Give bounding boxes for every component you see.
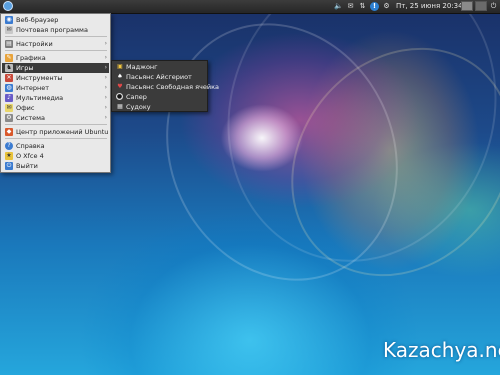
settings-icon: ▤ [5,40,13,48]
menu-item-logout[interactable]: ⏻ Выйти [2,161,109,171]
menu-separator [5,50,107,51]
chevron-right-icon: › [104,64,107,71]
top-panel: 🔈 ✉ ⇅ ! ⚙ Пт, 25 июня 20:34 ⏻ [0,0,500,14]
chevron-right-icon: › [104,74,107,81]
office-icon: ✉ [5,104,13,112]
logout-panel-icon[interactable]: ⏻ [489,2,498,11]
menu-item-internet[interactable]: ◍ Интернет › [2,83,109,93]
chevron-right-icon: › [104,40,107,47]
submenu-item-mines[interactable]: ● Сапер [113,92,207,102]
internet-icon: ◍ [5,84,13,92]
chevron-right-icon: › [104,84,107,91]
mail-icon: ✉ [5,26,13,34]
graphics-icon: ✎ [5,54,13,62]
multimedia-icon: ♪ [5,94,13,102]
menu-item-games[interactable]: ♞ Игры › [2,63,109,73]
menu-separator [5,36,107,37]
menu-item-multimedia[interactable]: ♪ Мультимедиа › [2,93,109,103]
menu-item-mail[interactable]: ✉ Почтовая программа [2,25,109,35]
menu-item-office[interactable]: ✉ Офис › [2,103,109,113]
menu-separator [5,124,107,125]
tools-icon: ✕ [5,74,13,82]
system-icon: ⚙ [5,114,13,122]
application-menu-button[interactable] [3,1,13,11]
menu-item-graphics[interactable]: ✎ Графика › [2,53,109,63]
submenu-item-freecell[interactable]: ♥ Пасьянс Свободная ячейка [113,82,219,92]
power-icon[interactable]: ⚙ [382,2,391,11]
chevron-right-icon: › [104,54,107,61]
menu-item-system[interactable]: ⚙ Система › [2,113,109,123]
submenu-item-sudoku[interactable]: ▦ Судоку [113,102,207,112]
cards-icon: ♠ [117,73,123,80]
workspace-switcher-2[interactable] [475,1,487,11]
mines-icon: ● [116,93,123,100]
workspace-switcher-1[interactable] [461,1,473,11]
menu-separator [5,138,107,139]
network-icon[interactable]: ⇅ [358,2,367,11]
chevron-right-icon: › [104,114,107,121]
logout-icon: ⏻ [5,162,13,170]
menu-item-software-center[interactable]: ◆ Центр приложений Ubuntu [2,127,109,137]
application-menu: ◉ Веб-браузер ✉ Почтовая программа ▤ Нас… [0,13,111,173]
freecell-icon: ♥ [117,83,123,90]
globe-icon: ◉ [5,16,13,24]
about-icon: ★ [5,152,13,160]
games-submenu: ▣ Маджонг ♠ Пасьянс Айсгериот ♥ Пасьянс … [111,60,219,112]
info-icon[interactable]: ! [370,2,379,11]
menu-item-tools[interactable]: ✕ Инструменты › [2,73,109,83]
menu-item-help[interactable]: ? Справка [2,141,109,151]
help-icon: ? [5,142,13,150]
submenu-item-mahjongg[interactable]: ▣ Маджонг [113,62,207,72]
mahjongg-icon: ▣ [117,63,123,70]
watermark-text: Kazachya.net [383,338,500,362]
games-icon: ♞ [5,64,13,72]
menu-item-about[interactable]: ★ О Xfce 4 [2,151,109,161]
menu-item-settings[interactable]: ▤ Настройки › [2,39,109,49]
panel-clock[interactable]: Пт, 25 июня 20:34 [396,2,463,11]
software-center-icon: ◆ [5,128,13,136]
chevron-right-icon: › [104,104,107,111]
chevron-right-icon: › [104,94,107,101]
sudoku-icon: ▦ [117,103,123,110]
volume-icon[interactable]: 🔈 [334,2,343,11]
submenu-item-aisleriot[interactable]: ♠ Пасьянс Айсгериот [113,72,207,82]
mail-icon[interactable]: ✉ [346,2,355,11]
menu-item-web-browser[interactable]: ◉ Веб-браузер [2,15,109,25]
